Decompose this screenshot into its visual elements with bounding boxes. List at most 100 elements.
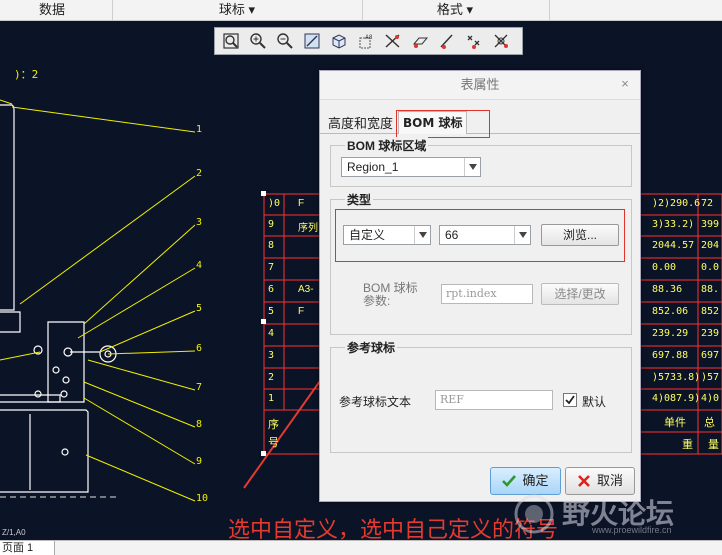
group-label-region: BOM 球标区域 — [345, 137, 429, 154]
ref-text-field[interactable]: REF — [435, 390, 553, 410]
balloon-6[interactable]: 6 — [196, 343, 202, 354]
table-right-value: 239.29 — [652, 328, 689, 339]
table-left-text: A3- — [298, 284, 314, 295]
table-left-text: F — [298, 198, 305, 209]
table-left-index: 3 — [268, 350, 275, 361]
spin-center-icon[interactable]: A8 — [354, 30, 378, 52]
table-right-footer: 量 — [708, 439, 719, 451]
table-left-text: F — [298, 306, 305, 317]
zoom-out-icon[interactable] — [273, 30, 297, 52]
zoom-window-icon[interactable] — [219, 30, 243, 52]
table-left-footer: 号 — [268, 437, 279, 449]
table-right-value: 3)33.2) — [652, 219, 695, 230]
param-field: rpt.index — [441, 284, 533, 304]
table-right-footer: 重 — [682, 439, 693, 451]
coord-label: Z/1,A0 — [2, 528, 26, 537]
table-right-value: 88.36 — [652, 284, 683, 295]
point-display-icon[interactable] — [462, 30, 486, 52]
wildfire-logo-icon — [514, 494, 554, 534]
checkmark-icon — [565, 395, 575, 405]
group-bom-region: BOM 球标区域 Region_1 — [330, 137, 632, 187]
table-right-value: 2044.57 — [652, 240, 695, 251]
table-left-index: 7 — [268, 262, 275, 273]
table-right-value2: 204 — [701, 240, 720, 251]
check-icon — [502, 475, 517, 487]
refit-icon[interactable] — [300, 30, 324, 52]
close-icon[interactable]: × — [618, 77, 632, 91]
group-ref-balloon: 参考球标 参考球标文本 REF 默认 — [330, 339, 632, 453]
table-right-value: 697.88 — [652, 350, 689, 361]
display-style-icon[interactable] — [327, 30, 351, 52]
table-left-index: 9 — [268, 219, 275, 230]
watermark-url: www.proewildfire.cn — [592, 525, 672, 535]
table-right-value: 4)087.9) — [652, 393, 701, 404]
scale-label: )：2 — [14, 68, 39, 81]
ref-text-label: 参考球标文本 — [339, 395, 412, 409]
tab-balloon[interactable]: 球标 ▾ — [112, 0, 362, 20]
chevron-down-icon[interactable] — [464, 158, 480, 176]
table-properties-dialog: 表属性 × 高度和宽度 BOM 球标 BOM 球标区域 Region_1 类型 … — [319, 70, 641, 502]
cancel-button[interactable]: 取消 — [565, 467, 635, 495]
table-right-value: 0.00 — [652, 262, 677, 273]
balloon-10[interactable]: 10 — [196, 493, 208, 504]
table-left-index: 6 — [268, 284, 275, 295]
watermark: 野火论坛 www.proewildfire.cn — [510, 492, 720, 536]
default-label: 默认 — [582, 395, 607, 409]
table-left-index: 8 — [268, 240, 275, 251]
zoom-in-icon[interactable] — [246, 30, 270, 52]
table-left-index: 2 — [268, 372, 275, 383]
balloon-1[interactable]: 1 — [196, 124, 202, 135]
page-tab[interactable]: 页面 1 — [0, 541, 55, 555]
ok-label: 确定 — [522, 473, 549, 488]
csys-display-icon[interactable] — [489, 30, 513, 52]
table-right-footer: 单件 — [664, 417, 686, 429]
balloon-7[interactable]: 7 — [196, 382, 202, 393]
table-left-index: 4 — [268, 328, 275, 339]
default-checkbox[interactable] — [563, 393, 577, 407]
table-right-value2: 88. — [701, 284, 720, 295]
table-left-index: )0 — [268, 198, 281, 209]
balloon-9[interactable]: 9 — [196, 456, 202, 467]
cross-icon — [578, 475, 590, 487]
datum-display-icon[interactable] — [381, 30, 405, 52]
select-change-button: 选择/更改 — [541, 283, 619, 305]
table-left-index: 1 — [268, 393, 275, 404]
table-right-value2: 399 — [701, 219, 720, 230]
balloon-4[interactable]: 4 — [196, 260, 202, 271]
tab-data[interactable]: 数据 — [0, 0, 104, 20]
plane-display-icon[interactable] — [408, 30, 432, 52]
svg-text:A8: A8 — [365, 35, 373, 41]
table-right-value2: 697 — [701, 350, 720, 361]
param-label: BOM 球标参数: — [363, 281, 418, 308]
table-right-value2: 72 — [701, 198, 714, 209]
ribbon-tab-bar: 数据 球标 ▾ 格式 ▾ — [0, 0, 722, 21]
tab-format[interactable]: 格式 ▾ — [362, 0, 548, 20]
graphics-toolbar: A8 — [214, 27, 523, 55]
group-label-ref: 参考球标 — [345, 339, 398, 356]
table-right-value2: 239 — [701, 328, 720, 339]
highlight-tab-box — [396, 110, 490, 138]
region-value: Region_1 — [347, 160, 399, 174]
table-left-text: 序列 — [298, 223, 318, 234]
balloon-5[interactable]: 5 — [196, 303, 202, 314]
status-bar: 页面 1 — [0, 540, 722, 555]
balloon-3[interactable]: 3 — [196, 217, 202, 228]
table-right-value: )2)290.6 — [652, 198, 701, 209]
table-right-footer: 总 — [704, 417, 715, 429]
balloon-2[interactable]: 2 — [196, 168, 202, 179]
cancel-label: 取消 — [596, 473, 623, 488]
table-right-value: )5733.8) — [652, 372, 701, 383]
highlight-type-box — [335, 209, 625, 262]
table-right-value2: 0.0 — [701, 262, 720, 273]
table-right-value2: )57 — [701, 372, 720, 383]
dialog-title: 表属性 — [320, 71, 640, 100]
table-right-value2: 4)0 — [701, 393, 720, 404]
tab-height-width[interactable]: 高度和宽度 — [324, 115, 397, 133]
ok-button[interactable]: 确定 — [490, 467, 561, 495]
balloon-8[interactable]: 8 — [196, 419, 202, 430]
table-right-value: 852.06 — [652, 306, 689, 317]
region-dropdown[interactable]: Region_1 — [341, 157, 481, 177]
table-left-footer: 序 — [268, 419, 279, 431]
table-right-value2: 852 — [701, 306, 720, 317]
axis-display-icon[interactable] — [435, 30, 459, 52]
